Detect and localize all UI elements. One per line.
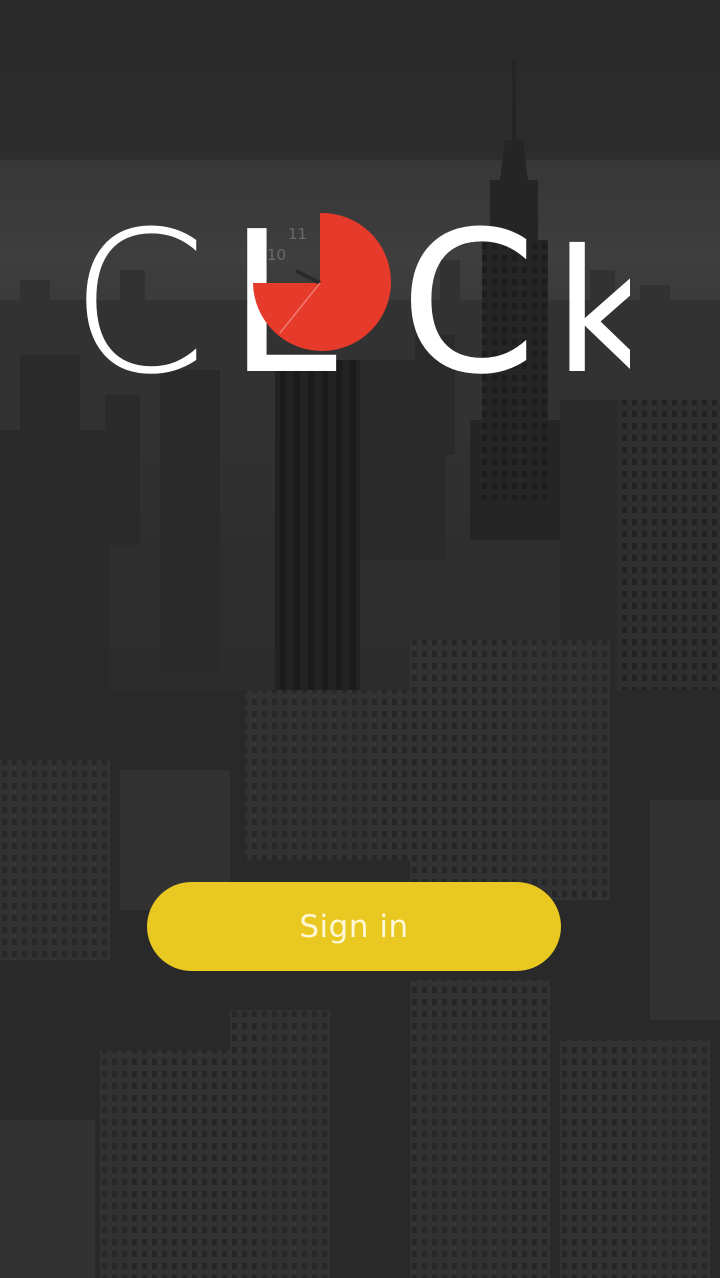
clock-numeral-10: 10: [267, 246, 286, 264]
sign-in-label: Sign in: [299, 908, 409, 945]
logo-letter-c1: C: [70, 190, 207, 385]
logo-letter-c2: C: [400, 190, 537, 385]
sign-in-button[interactable]: Sign in: [147, 882, 561, 971]
logo-letter-k: k: [554, 214, 630, 385]
clock-numeral-11: 11: [288, 225, 307, 243]
clock-logo: C L 10 11 C k: [70, 190, 630, 385]
